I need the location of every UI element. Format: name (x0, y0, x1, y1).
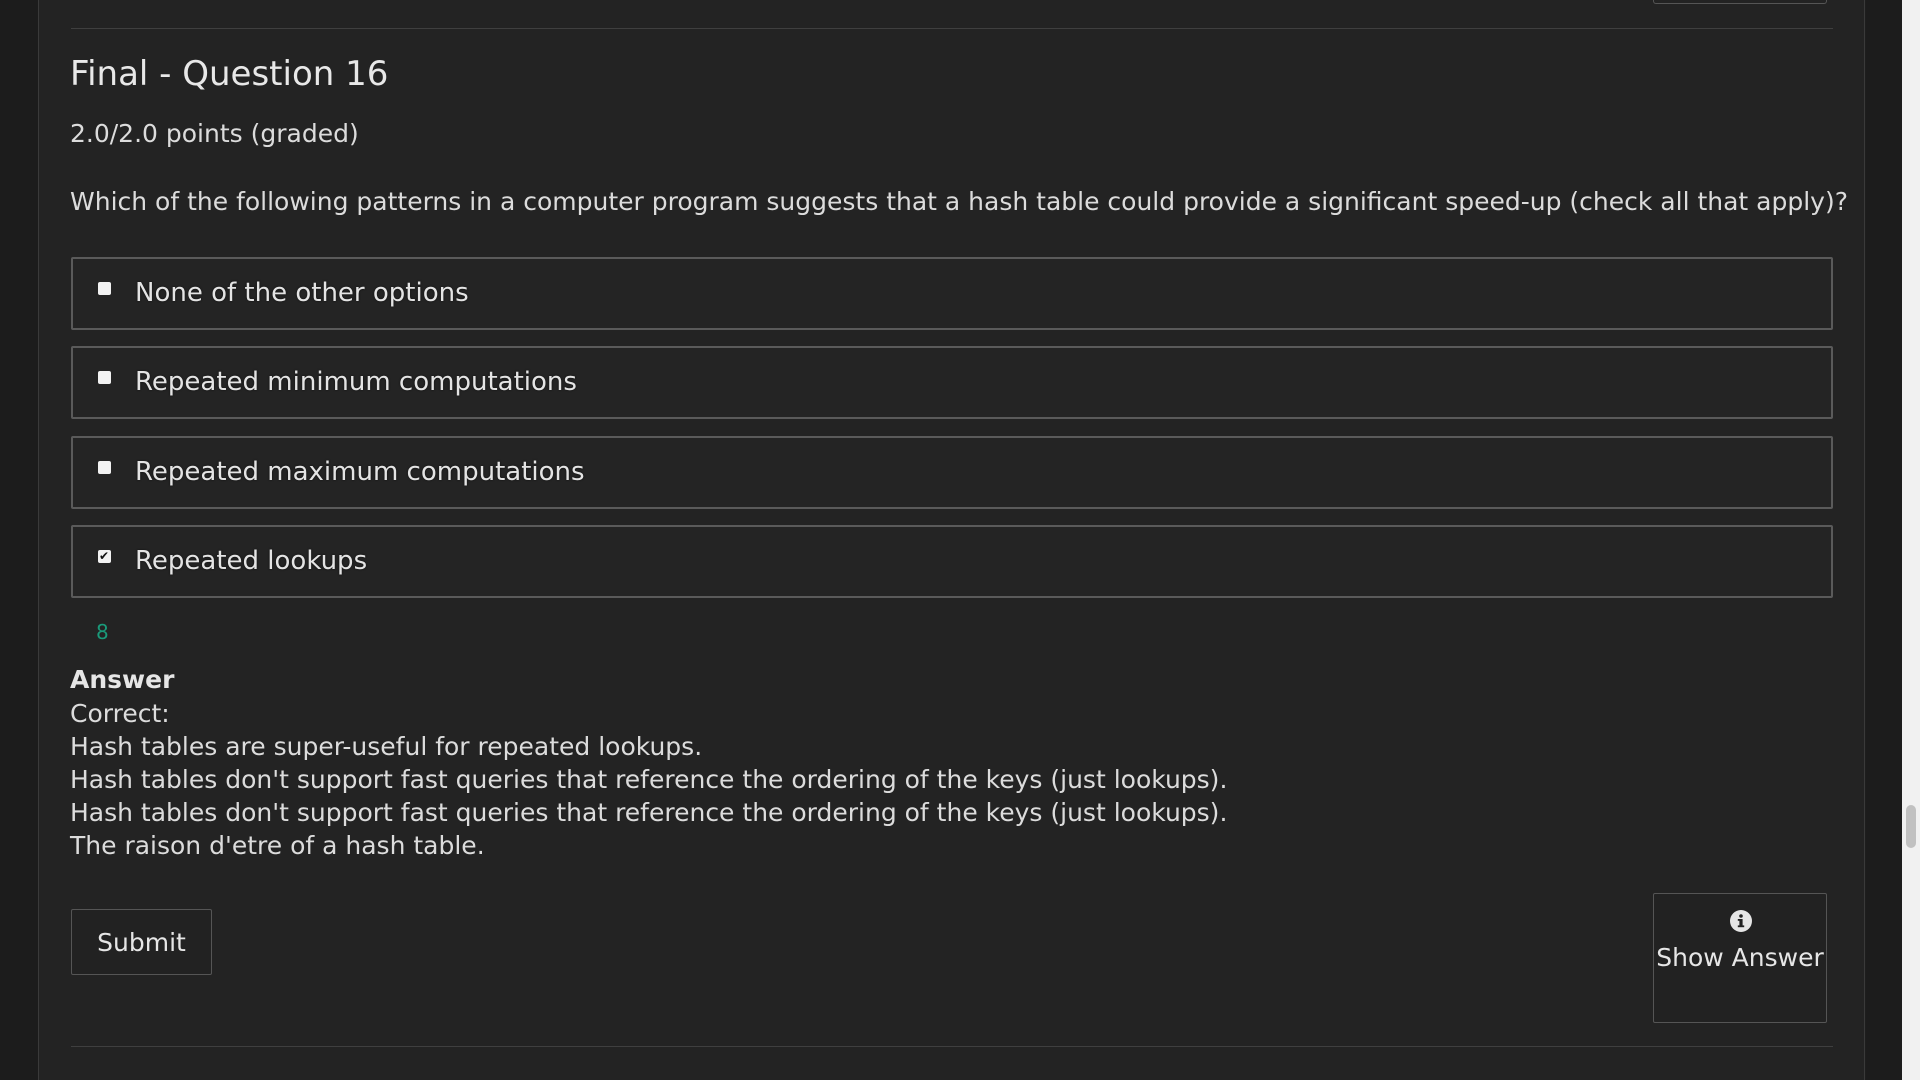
option-label: None of the other options (135, 278, 469, 308)
option-repeated-maximum-computations[interactable]: Repeated maximum computations (71, 436, 1833, 509)
scrollbar-track[interactable] (1902, 0, 1920, 1080)
answer-line: Hash tables are super-useful for repeate… (70, 732, 703, 761)
checkbox[interactable] (98, 282, 111, 295)
points-label: 2.0/2.0 points (graded) (70, 119, 359, 148)
answer-line: Hash tables don't support fast queries t… (70, 765, 1228, 794)
status-indicator: 8 (96, 620, 109, 644)
option-label: Repeated minimum computations (135, 367, 577, 397)
page-left-margin (0, 0, 38, 1080)
submit-button[interactable]: Submit (71, 909, 212, 975)
answer-line: The raison d'etre of a hash table. (70, 831, 485, 860)
checkbox-checked[interactable]: ✔ (98, 549, 111, 563)
option-repeated-lookups[interactable]: ✔ Repeated lookups (71, 525, 1833, 598)
checkbox[interactable] (98, 371, 111, 384)
question-title: Final - Question 16 (70, 54, 389, 94)
info-circle-icon (1730, 910, 1752, 932)
option-label: Repeated lookups (135, 546, 368, 576)
checkbox[interactable] (98, 461, 111, 474)
answer-heading: Answer (70, 665, 175, 694)
check-icon: ✔ (99, 549, 110, 563)
question-prompt: Which of the following patterns in a com… (70, 187, 1849, 216)
show-answer-button[interactable]: Show Answer (1653, 893, 1827, 1023)
previous-problem-button-edge[interactable] (1653, 0, 1827, 4)
top-divider (71, 28, 1833, 29)
answer-line: Correct: (70, 699, 170, 728)
answer-line: Hash tables don't support fast queries t… (70, 798, 1228, 827)
scrollbar-thumb[interactable] (1906, 805, 1916, 848)
page-right-margin (1866, 0, 1902, 1080)
option-repeated-minimum-computations[interactable]: Repeated minimum computations (71, 346, 1833, 419)
option-none-of-the-other-options[interactable]: None of the other options (71, 257, 1833, 330)
show-answer-label: Show Answer (1656, 943, 1824, 972)
option-label: Repeated maximum computations (135, 457, 585, 487)
bottom-divider (71, 1046, 1833, 1047)
